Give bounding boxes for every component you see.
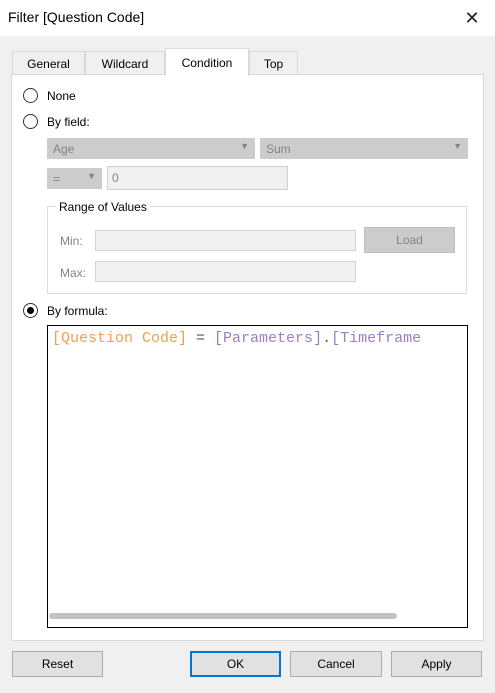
- radio-by-formula[interactable]: By formula:: [23, 303, 108, 318]
- formula-parameters-token: [Parameters]: [214, 330, 323, 347]
- reset-button[interactable]: Reset: [12, 651, 103, 677]
- radio-none-circle[interactable]: [23, 88, 38, 103]
- cancel-button-label: Cancel: [317, 657, 355, 671]
- ok-button[interactable]: OK: [190, 651, 281, 677]
- compare-value-input[interactable]: 0: [107, 166, 288, 190]
- max-label: Max:: [60, 266, 87, 280]
- radio-by-formula-label: By formula:: [47, 303, 108, 318]
- load-button[interactable]: Load: [364, 227, 455, 253]
- apply-button-label: Apply: [421, 657, 452, 671]
- min-input[interactable]: [95, 230, 356, 251]
- formula-editor[interactable]: [Question Code] = [Parameters].[Timefram…: [47, 325, 468, 628]
- radio-by-field-circle[interactable]: [23, 114, 38, 129]
- chevron-down-icon: ▼: [453, 141, 462, 151]
- radio-by-field-label: By field:: [47, 114, 90, 129]
- cancel-button[interactable]: Cancel: [290, 651, 382, 677]
- chevron-down-icon: ▼: [240, 141, 249, 151]
- min-label: Min:: [60, 234, 83, 248]
- aggregation-select[interactable]: Sum ▼: [260, 138, 468, 159]
- radio-none[interactable]: None: [23, 88, 76, 103]
- horizontal-scrollbar[interactable]: [49, 613, 397, 619]
- radio-by-formula-circle[interactable]: [23, 303, 38, 318]
- ok-button-label: OK: [226, 657, 245, 671]
- operator-select-value: =: [53, 171, 61, 186]
- formula-text[interactable]: [Question Code] = [Parameters].[Timefram…: [52, 330, 421, 347]
- field-select-value: Age: [53, 141, 75, 156]
- reset-button-label: Reset: [41, 657, 74, 671]
- formula-operator-token: =: [187, 330, 215, 347]
- compare-value-text: 0: [112, 171, 119, 185]
- radio-selected-dot: [27, 307, 34, 314]
- formula-dot-token: .: [322, 330, 332, 347]
- field-select[interactable]: Age ▼: [47, 138, 255, 159]
- formula-parameter-token: [Timeframe: [331, 330, 422, 347]
- aggregation-select-value: Sum: [266, 141, 291, 156]
- formula-field-token: [Question Code]: [52, 330, 188, 347]
- load-button-label: Load: [396, 233, 423, 247]
- apply-button[interactable]: Apply: [391, 651, 482, 677]
- radio-by-field[interactable]: By field:: [23, 114, 90, 129]
- chevron-down-icon: ▼: [87, 171, 96, 181]
- range-of-values-title: Range of Values: [56, 200, 150, 214]
- radio-none-label: None: [47, 88, 76, 103]
- operator-select[interactable]: = ▼: [47, 168, 102, 189]
- max-input[interactable]: [95, 261, 356, 282]
